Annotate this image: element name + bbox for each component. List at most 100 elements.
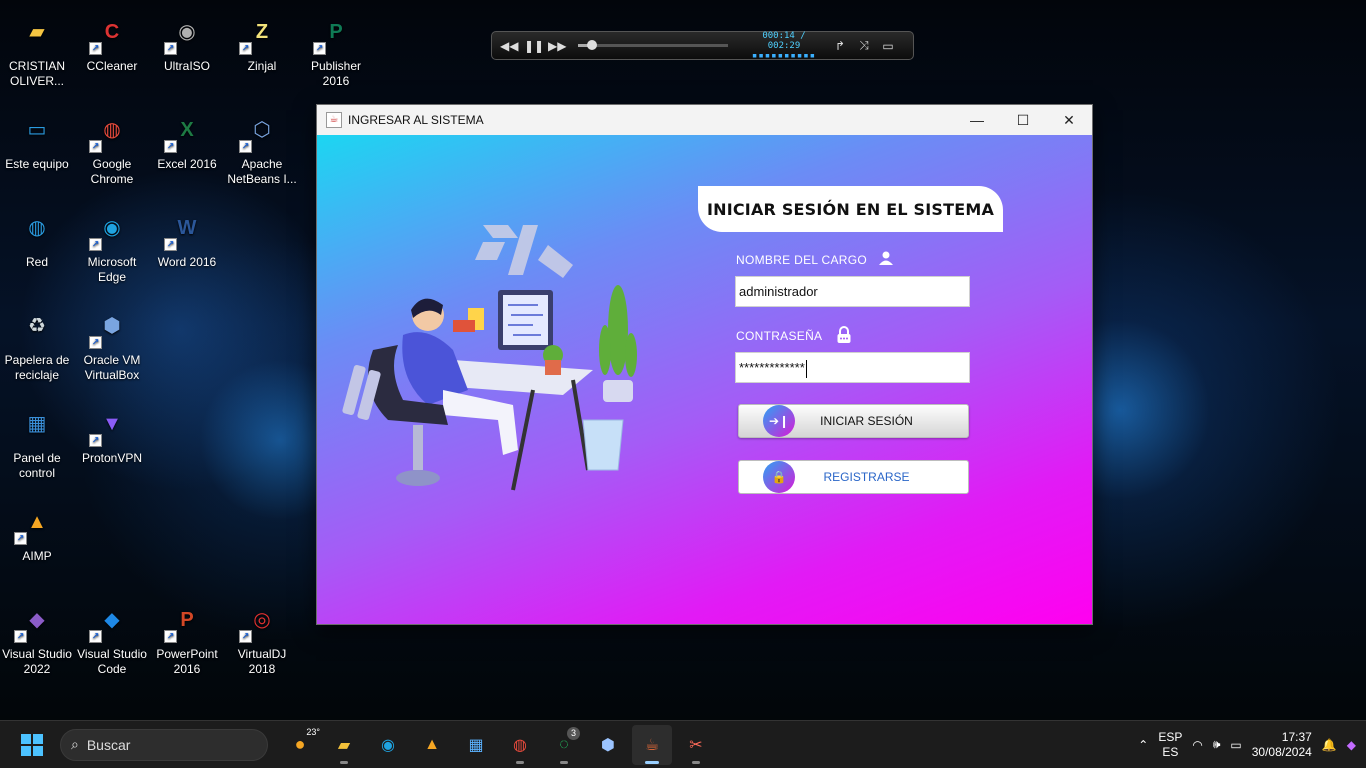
taskbar-store[interactable]: ▦ — [456, 725, 496, 765]
desktop-icon[interactable]: ▰ CRISTIAN OLIVER... — [0, 9, 74, 89]
weather-temp: 23° — [306, 726, 320, 737]
active-indicator — [645, 760, 659, 764]
taskbar-search[interactable]: ⌕ Buscar — [60, 728, 268, 761]
maximize-button[interactable]: ☐ — [1000, 105, 1046, 135]
desktop-icon[interactable]: Z ↗ Zinjal — [225, 9, 299, 74]
desktop-icon-label: Publisher 2016 — [310, 59, 362, 88]
seek-knob[interactable] — [586, 40, 597, 50]
shortcut-arrow-icon: ↗ — [89, 42, 102, 55]
register-button[interactable]: 🔒 REGISTRARSE — [738, 460, 969, 494]
desktop-icon[interactable]: P ↗ PowerPoint 2016 — [150, 597, 224, 677]
java-app-icon: ☕ — [326, 112, 342, 128]
window-title: INGRESAR AL SISTEMA — [348, 113, 484, 127]
password-label: CONTRASEÑA — [736, 329, 823, 343]
pause-icon[interactable]: ❚❚ — [524, 39, 544, 53]
clock[interactable]: 17:37 30/08/2024 — [1252, 730, 1312, 760]
language-indicator[interactable]: ESP ES — [1158, 730, 1182, 760]
notification-bell-icon[interactable]: 🔔 — [1322, 738, 1337, 752]
desktop-icon-label: Red — [25, 255, 48, 269]
fast-forward-icon[interactable]: ▶▶ — [548, 39, 566, 53]
this-pc-icon: ▭ — [27, 118, 47, 141]
virtualbox-icon: ⬢ — [601, 736, 615, 754]
chrome-icon: ◍ — [513, 736, 527, 754]
desktop-icon[interactable]: ⬢ ↗ Oracle VM VirtualBox — [75, 303, 149, 383]
powerpoint-icon: P ↗ — [164, 597, 210, 643]
shortcut-arrow-icon: ↗ — [89, 238, 102, 251]
search-icon: ⌕ — [71, 736, 79, 752]
shortcut-arrow-icon: ↗ — [89, 336, 102, 349]
shortcut-arrow-icon: ↗ — [14, 630, 27, 643]
desktop-icon-label: VirtualDJ 2018 — [237, 647, 287, 676]
close-button[interactable]: ✕ — [1046, 105, 1092, 135]
rewind-icon[interactable]: ◀◀ — [500, 39, 518, 53]
minimize-button[interactable]: — — [954, 105, 1000, 135]
desktop-icon-label: CRISTIAN OLIVER... — [8, 59, 65, 88]
battery-icon[interactable]: ▭ — [1230, 738, 1241, 752]
taskbar-edge[interactable]: ◉ — [368, 725, 408, 765]
desktop-icon[interactable]: ◎ ↗ VirtualDJ 2018 — [225, 597, 299, 677]
desktop-icon-label: Papelera de reciclaje — [4, 353, 70, 382]
desktop-icon[interactable]: ◍ ↗ Google Chrome — [75, 107, 149, 187]
seek-slider[interactable] — [578, 40, 728, 50]
desktop-icon[interactable]: ◆ ↗ Visual Studio Code — [75, 597, 149, 677]
shortcut-arrow-icon: ↗ — [313, 42, 326, 55]
start-button[interactable] — [12, 725, 52, 765]
login-icon: ➔❙ — [763, 405, 795, 437]
visual-studio-icon: ◆ ↗ — [14, 597, 60, 643]
wifi-icon[interactable]: ◠ — [1192, 738, 1202, 752]
desktop-icon[interactable]: ▦ Panel de control — [0, 401, 74, 481]
desktop-icon[interactable]: W ↗ Word 2016 — [150, 205, 224, 270]
playlist-icon[interactable]: ▭ — [880, 39, 896, 53]
taskbar-whatsapp[interactable]: ◌ 3 — [544, 725, 584, 765]
login-button[interactable]: ➔❙ INICIAR SESIÓN — [738, 404, 969, 438]
desktop-icon[interactable]: ▼ ↗ ProtonVPN — [75, 401, 149, 466]
desktop-icon[interactable]: ◉ ↗ UltraISO — [150, 9, 224, 74]
running-indicator — [516, 760, 524, 764]
taskbar-file-explorer[interactable]: ▰ — [324, 725, 364, 765]
developer-illustration — [342, 225, 637, 491]
desktop-icon-label: AIMP — [22, 549, 52, 563]
desktop-icon[interactable]: ▲ ↗ AIMP — [0, 499, 74, 564]
username-label: NOMBRE DEL CARGO — [736, 253, 868, 267]
desktop-icon[interactable]: ▭ Este equipo — [0, 107, 74, 172]
publisher-icon: P ↗ — [313, 9, 359, 55]
folder-icon: ▰ — [29, 20, 45, 43]
shuffle-icon[interactable]: ⤨ — [856, 38, 872, 53]
desktop-icon[interactable]: ♻ Papelera de reciclaje — [0, 303, 74, 383]
desktop-icon-label: Oracle VM VirtualBox — [83, 353, 141, 382]
chevron-up-icon[interactable]: ⌃ — [1138, 738, 1148, 752]
zinjal-icon: Z ↗ — [239, 9, 285, 55]
lock-icon — [836, 326, 852, 348]
desktop-icon[interactable]: ⬡ ↗ Apache NetBeans I... — [225, 107, 299, 187]
window-titlebar[interactable]: ☕ INGRESAR AL SISTEMA — ☐ ✕ — [317, 105, 1092, 135]
taskbar-virtualbox[interactable]: ⬢ — [588, 725, 628, 765]
copilot-icon[interactable]: ◆ — [1347, 738, 1356, 752]
aimp-icon: ▲ ↗ — [14, 499, 60, 545]
shortcut-arrow-icon: ↗ — [164, 140, 177, 153]
desktop-icon[interactable]: P ↗ Publisher 2016 — [299, 9, 373, 89]
password-input[interactable]: ************* — [735, 352, 970, 383]
taskbar-snipping-tool[interactable]: ✂ — [676, 725, 716, 765]
desktop-icon[interactable]: C ↗ CCleaner — [75, 9, 149, 74]
taskbar-aimp[interactable]: ▲ — [412, 725, 452, 765]
desktop-icon-label: Excel 2016 — [157, 157, 217, 171]
trash-bin-icon — [582, 419, 624, 471]
desktop-icon[interactable]: ◍ Red — [0, 205, 74, 270]
username-input[interactable]: administrador — [735, 276, 970, 307]
taskbar-java-app[interactable]: ☕ — [632, 724, 672, 765]
desktop-icon[interactable]: X ↗ Excel 2016 — [150, 107, 224, 172]
shortcut-arrow-icon: ↗ — [239, 42, 252, 55]
virtualbox-icon: ⬢ ↗ — [89, 303, 135, 349]
desktop-icon[interactable]: ◆ ↗ Visual Studio 2022 — [0, 597, 74, 677]
taskbar-chrome[interactable]: ◍ — [500, 725, 540, 765]
desktop-icon-label: UltraISO — [163, 59, 210, 73]
shortcut-arrow-icon: ↗ — [239, 630, 252, 643]
whatsapp-badge: 3 — [567, 726, 580, 740]
java-icon: ☕ — [644, 736, 660, 754]
repeat-icon[interactable]: ↱ — [832, 39, 848, 53]
playback-time-text: 000:14 / 002:29 — [762, 30, 806, 51]
volume-icon[interactable]: 🕪 — [1213, 737, 1221, 752]
running-indicator — [692, 760, 700, 764]
weather-widget[interactable]: ● 23° — [280, 725, 320, 765]
desktop-icon[interactable]: ◉ ↗ Microsoft Edge — [75, 205, 149, 285]
